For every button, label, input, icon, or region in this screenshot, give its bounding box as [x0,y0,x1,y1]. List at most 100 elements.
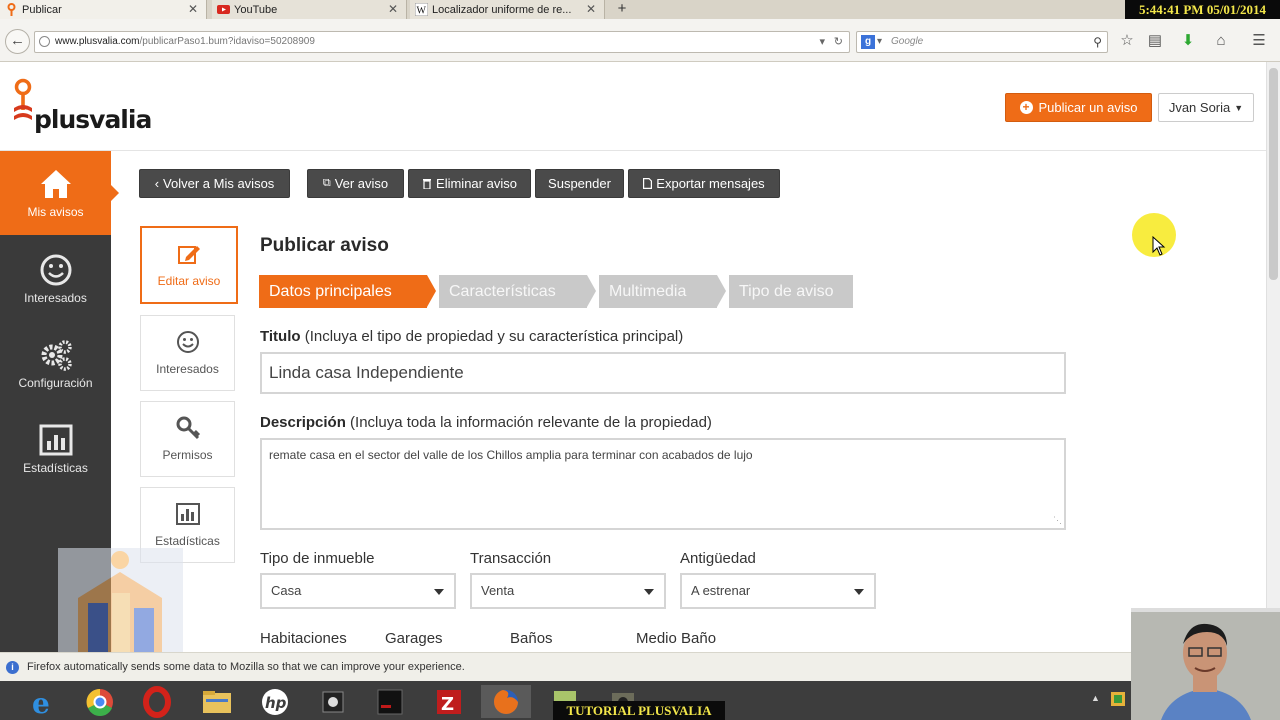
navigation-bar: ← www.plusvalia.com/publicarPaso1.bum?id… [0,19,1280,62]
url-bar[interactable]: www.plusvalia.com/publicarPaso1.bum?idav… [34,31,850,53]
caret-down-icon [434,589,444,595]
sidebar-item-configuracion[interactable]: Configuración [0,322,111,406]
internet-explorer-icon[interactable]: e [20,685,70,718]
subnav-editar-aviso[interactable]: Editar aviso [140,226,238,304]
tipo-inmueble-select[interactable]: Casa [260,573,456,609]
user-menu-button[interactable]: Jvan Soria ▼ [1158,93,1254,122]
export-messages-button[interactable]: Exportar mensajes [628,169,780,198]
sidebar-item-estadisticas[interactable]: Estadísticas [0,407,111,491]
tipo-inmueble-label: Tipo de inmueble [260,550,375,567]
search-icon[interactable]: ⚲ [1093,32,1102,52]
page-scrollbar[interactable] [1266,62,1280,652]
logo-pin-icon [14,78,32,120]
sidebar-item-interesados[interactable]: Interesados [0,237,111,321]
new-tab-button[interactable]: + [612,0,632,19]
step-caracteristicas[interactable]: Características [439,275,587,308]
descripcion-text: remate casa en el sector del valle de lo… [269,448,753,462]
user-name: Jvan Soria [1168,100,1231,115]
opera-icon[interactable] [132,685,182,718]
caret-down-icon [854,589,864,595]
url-path: /publicarPaso1.bum?idaviso=50208909 [139,36,315,47]
svg-text:e: e [32,687,50,718]
resize-handle-icon[interactable]: ⋱ [1053,512,1062,528]
view-listing-button[interactable]: ⧉ Ver aviso [307,169,404,198]
caret-down-icon [644,589,654,595]
clock-overlay: 5:44:41 PM 05/01/2014 [1125,0,1280,19]
back-arrow-icon[interactable]: ← [5,29,30,54]
menu-icon[interactable]: ☰ [1249,31,1269,51]
subnav-permisos[interactable]: Permisos [140,401,235,477]
button-label: Eliminar aviso [436,176,517,191]
trash-icon [423,179,432,189]
tray-app-icon[interactable] [1110,691,1126,707]
tab-label: Publicar [22,3,62,16]
delete-listing-button[interactable]: Eliminar aviso [408,169,531,198]
site-header: plusvalia + Publicar un aviso Jvan Soria… [0,62,1266,151]
svg-text:W: W [417,6,427,17]
tab-label: Localizador uniforme de re... [432,3,572,16]
sidebar-item-label: Configuración [18,376,93,390]
hp-icon[interactable]: hp [250,685,300,718]
titulo-hint: (Incluya el tipo de propiedad y su carac… [304,328,684,345]
wikipedia-favicon-icon: W [415,3,428,16]
close-icon[interactable]: ✕ [188,2,198,16]
suspend-button[interactable]: Suspender [535,169,624,198]
descripcion-textarea[interactable]: remate casa en el sector del valle de lo… [260,438,1066,530]
subnav-label: Interesados [156,362,219,376]
step-arrow [427,275,436,307]
download-icon[interactable]: ⬇ [1178,31,1198,51]
publish-listing-button[interactable]: + Publicar un aviso [1005,93,1152,122]
select-value: Venta [481,583,515,598]
home-icon[interactable]: ⌂ [1211,31,1231,51]
titulo-label: Titulo (Incluya el tipo de propiedad y s… [260,328,683,345]
sidebar-item-mis-avisos[interactable]: Mis avisos [0,151,119,235]
publish-button-label: Publicar un aviso [1038,100,1138,115]
recorder-icon[interactable] [308,685,358,718]
step-arrow [717,275,726,307]
tray-expand-icon[interactable]: ▲ [1091,693,1100,703]
terminal-icon[interactable] [365,685,415,718]
tab-label: YouTube [234,3,278,16]
document-icon [643,178,653,189]
subnav-interesados[interactable]: Interesados [140,315,235,391]
url-dropdown-icon[interactable]: ▾ [819,32,825,52]
search-input[interactable]: g ▾ Google ⚲ [856,31,1108,53]
tab-youtube[interactable]: YouTube ✕ [212,0,407,19]
plusvalia-logo[interactable]: plusvalia [12,74,152,134]
mouse-pointer-icon [1152,236,1166,256]
tab-wikipedia[interactable]: W Localizador uniforme de re... ✕ [410,0,605,19]
chrome-icon[interactable] [75,685,125,718]
tab-publicar[interactable]: Publicar ✕ [0,0,207,19]
page-content: plusvalia + Publicar un aviso Jvan Soria… [0,62,1266,652]
plusvalia-favicon-icon [7,3,16,16]
smiley-icon [40,254,71,286]
chevron-left-icon: ‹ [154,176,160,191]
subnav-label: Permisos [162,448,213,462]
reload-icon[interactable]: ↻ [834,32,843,52]
antiguedad-label: Antigüedad [680,550,756,567]
bar-chart-icon [175,503,200,525]
scrollbar-thumb[interactable] [1269,68,1278,280]
step-multimedia[interactable]: Multimedia [599,275,717,308]
notification-text: Firefox automatically sends some data to… [27,661,465,673]
antiguedad-select[interactable]: A estrenar [680,573,876,609]
step-arrow [587,275,596,307]
firefox-icon[interactable] [481,685,531,718]
info-icon: i [6,661,19,674]
select-value: A estrenar [691,583,751,598]
step-datos-principales[interactable]: Datos principales [259,275,427,308]
garages-label: Garages [385,630,443,647]
titulo-input[interactable]: Linda casa Independiente [260,352,1066,394]
search-placeholder: Google [891,36,924,47]
descripcion-label: Descripción (Incluya toda la información… [260,414,712,431]
filezilla-icon[interactable]: Z [424,685,474,718]
bookmarks-list-icon[interactable]: ▤ [1145,31,1165,51]
bookmark-star-icon[interactable]: ☆ [1117,31,1137,51]
back-to-listings-button[interactable]: ‹ Volver a Mis avisos [139,169,290,198]
transaccion-select[interactable]: Venta [470,573,666,609]
search-engine-dropdown-icon[interactable]: ▾ [877,32,882,52]
file-explorer-icon[interactable] [192,685,242,718]
step-tipo-de-aviso[interactable]: Tipo de aviso [729,275,853,308]
close-icon[interactable]: ✕ [586,2,596,16]
close-icon[interactable]: ✕ [388,2,398,16]
